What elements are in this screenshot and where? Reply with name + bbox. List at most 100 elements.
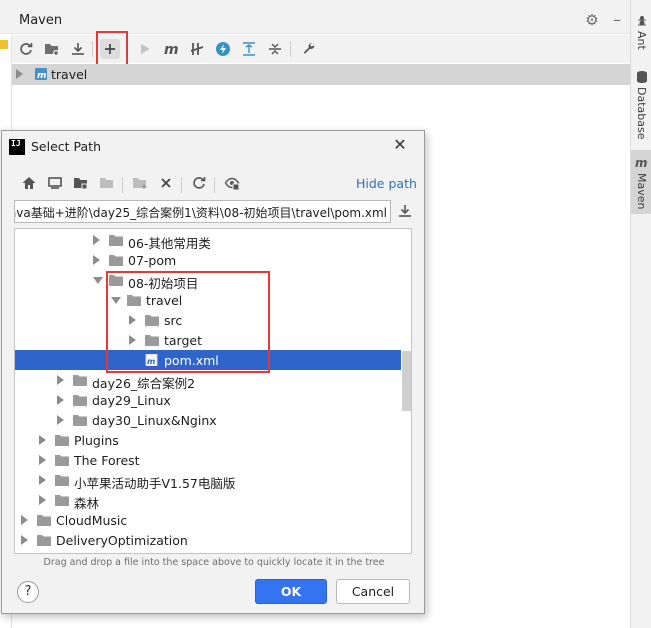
top-strip bbox=[0, 0, 630, 8]
tree-row[interactable]: day30_Linux&Nginx bbox=[15, 410, 401, 430]
expand-all-icon[interactable] bbox=[265, 39, 285, 59]
show-hidden-icon[interactable] bbox=[222, 173, 242, 193]
delete-icon[interactable] bbox=[156, 173, 176, 193]
tree-row[interactable]: The Forest bbox=[15, 450, 401, 470]
maven-m-icon: m bbox=[635, 156, 648, 170]
toolbar-separator bbox=[92, 41, 93, 57]
tab-database[interactable]: Database bbox=[631, 70, 651, 140]
toolbar-separator bbox=[181, 177, 182, 193]
tree-row[interactable]: day26_综合案例2 bbox=[15, 370, 401, 391]
folder-icon bbox=[55, 435, 69, 446]
chevron-right-icon[interactable] bbox=[39, 475, 46, 485]
folder-icon bbox=[55, 475, 69, 486]
ok-button[interactable]: OK bbox=[255, 579, 327, 604]
maven-title: Maven bbox=[19, 13, 63, 28]
folder-icon bbox=[73, 415, 87, 426]
tree-row-label: 06-其他常用类 bbox=[128, 236, 211, 251]
hide-path-link[interactable]: Hide path bbox=[356, 176, 417, 191]
new-folder-icon[interactable] bbox=[130, 173, 150, 193]
tree-row-label: 森林 bbox=[74, 496, 100, 511]
chevron-right-icon[interactable] bbox=[93, 255, 100, 265]
database-icon bbox=[636, 71, 647, 83]
tree-row-label: day29_Linux bbox=[92, 393, 171, 408]
desktop-icon[interactable] bbox=[45, 173, 65, 193]
wrench-icon[interactable] bbox=[299, 39, 319, 59]
tab-maven[interactable]: m Maven bbox=[631, 150, 651, 214]
path-input-value: ava基础+进阶\day25_综合案例1\资料\08-初始项目\travel\p… bbox=[14, 206, 387, 220]
dialog-toolbar bbox=[15, 171, 315, 195]
maven-module-icon: m bbox=[35, 68, 47, 81]
dialog-title: Select Path bbox=[31, 139, 101, 154]
tab-ant[interactable]: Ant bbox=[631, 14, 651, 50]
close-icon[interactable]: ✕ bbox=[392, 136, 408, 154]
download-icon[interactable] bbox=[68, 39, 88, 59]
ant-icon bbox=[637, 16, 646, 26]
reload-icon[interactable] bbox=[16, 39, 36, 59]
chevron-right-icon[interactable] bbox=[93, 235, 100, 245]
maven-header: Maven ⚙ – bbox=[0, 8, 630, 34]
toggle-offline-icon[interactable] bbox=[187, 39, 207, 59]
folder-icon bbox=[109, 235, 123, 246]
toolbar-separator bbox=[290, 41, 291, 57]
tree-row[interactable]: 森林 bbox=[15, 490, 401, 511]
plus-highlight-box bbox=[96, 31, 128, 68]
home-icon[interactable] bbox=[19, 173, 39, 193]
tree-row[interactable]: 06-其他常用类 bbox=[15, 230, 401, 251]
help-button[interactable]: ? bbox=[17, 581, 39, 603]
collapse-all-icon[interactable] bbox=[239, 39, 259, 59]
chevron-right-icon[interactable] bbox=[57, 395, 64, 405]
tree-row[interactable]: day29_Linux bbox=[15, 390, 401, 410]
add-folder-icon[interactable] bbox=[42, 39, 62, 59]
thread-icon[interactable] bbox=[213, 39, 233, 59]
select-path-dialog: IJ Select Path ✕ Hide path ava基础+进阶\day2… bbox=[1, 130, 425, 614]
maven-m-icon[interactable]: m bbox=[161, 39, 181, 59]
chevron-right-icon[interactable] bbox=[39, 495, 46, 505]
intellij-logo-icon: IJ bbox=[9, 139, 25, 155]
svg-text:m: m bbox=[164, 42, 179, 57]
project-folder-icon[interactable] bbox=[71, 173, 91, 193]
svg-text:m: m bbox=[37, 71, 46, 81]
tree-row[interactable]: 小苹果活动助手V1.57电脑版 bbox=[15, 470, 401, 491]
chevron-right-icon[interactable] bbox=[57, 415, 64, 425]
download-icon[interactable] bbox=[397, 203, 413, 219]
svg-text:m: m bbox=[635, 156, 648, 170]
chevron-right-icon[interactable] bbox=[57, 375, 64, 385]
tree-row-label: 小苹果活动助手V1.57电脑版 bbox=[74, 476, 236, 491]
tree-row-label: CloudMusic bbox=[56, 513, 128, 528]
chevron-right-icon[interactable] bbox=[39, 455, 46, 465]
gear-icon[interactable]: ⚙ bbox=[584, 12, 600, 28]
tree-row[interactable]: CloudMusic bbox=[15, 510, 401, 530]
chevron-right-icon[interactable] bbox=[21, 515, 28, 525]
tree-row-label: Plugins bbox=[74, 433, 119, 448]
tree-row[interactable]: Plugins bbox=[15, 430, 401, 450]
run-icon[interactable] bbox=[135, 39, 155, 59]
toolbar-separator bbox=[214, 177, 215, 193]
tree-row-label: day30_Linux&Nginx bbox=[92, 413, 217, 428]
minimize-icon[interactable]: – bbox=[610, 12, 624, 28]
tree-row-label: 07-pom bbox=[128, 253, 177, 268]
folder-icon bbox=[37, 515, 51, 526]
path-input[interactable]: ava基础+进阶\day25_综合案例1\资料\08-初始项目\travel\p… bbox=[14, 200, 391, 223]
tree-row[interactable]: 07-pom bbox=[15, 250, 401, 270]
refresh-icon[interactable] bbox=[189, 173, 209, 193]
tab-ant-label: Ant bbox=[635, 31, 648, 50]
toolbar-separator bbox=[122, 177, 123, 193]
drag-drop-hint: Drag and drop a file into the space abov… bbox=[43, 557, 385, 568]
chevron-down-icon[interactable] bbox=[93, 277, 103, 284]
horizontal-scrollbar[interactable] bbox=[15, 544, 401, 553]
maven-project-label: travel bbox=[51, 67, 88, 82]
chevron-right-icon[interactable] bbox=[39, 435, 46, 445]
folder-icon bbox=[73, 395, 87, 406]
tab-maven-label: Maven bbox=[635, 173, 648, 210]
tree-row-label: The Forest bbox=[74, 453, 140, 468]
maven-project-row[interactable] bbox=[12, 64, 630, 85]
accent-mark bbox=[0, 40, 8, 49]
tab-database-label: Database bbox=[635, 87, 648, 140]
module-folder-icon[interactable] bbox=[97, 173, 117, 193]
folder-icon bbox=[109, 255, 123, 266]
right-tool-stripe: Ant Database m Maven bbox=[630, 0, 651, 628]
vertical-scrollbar[interactable] bbox=[402, 351, 411, 411]
cancel-button[interactable]: Cancel bbox=[336, 579, 410, 604]
selection-highlight-box bbox=[106, 271, 270, 373]
expand-arrow-icon[interactable] bbox=[16, 69, 23, 79]
